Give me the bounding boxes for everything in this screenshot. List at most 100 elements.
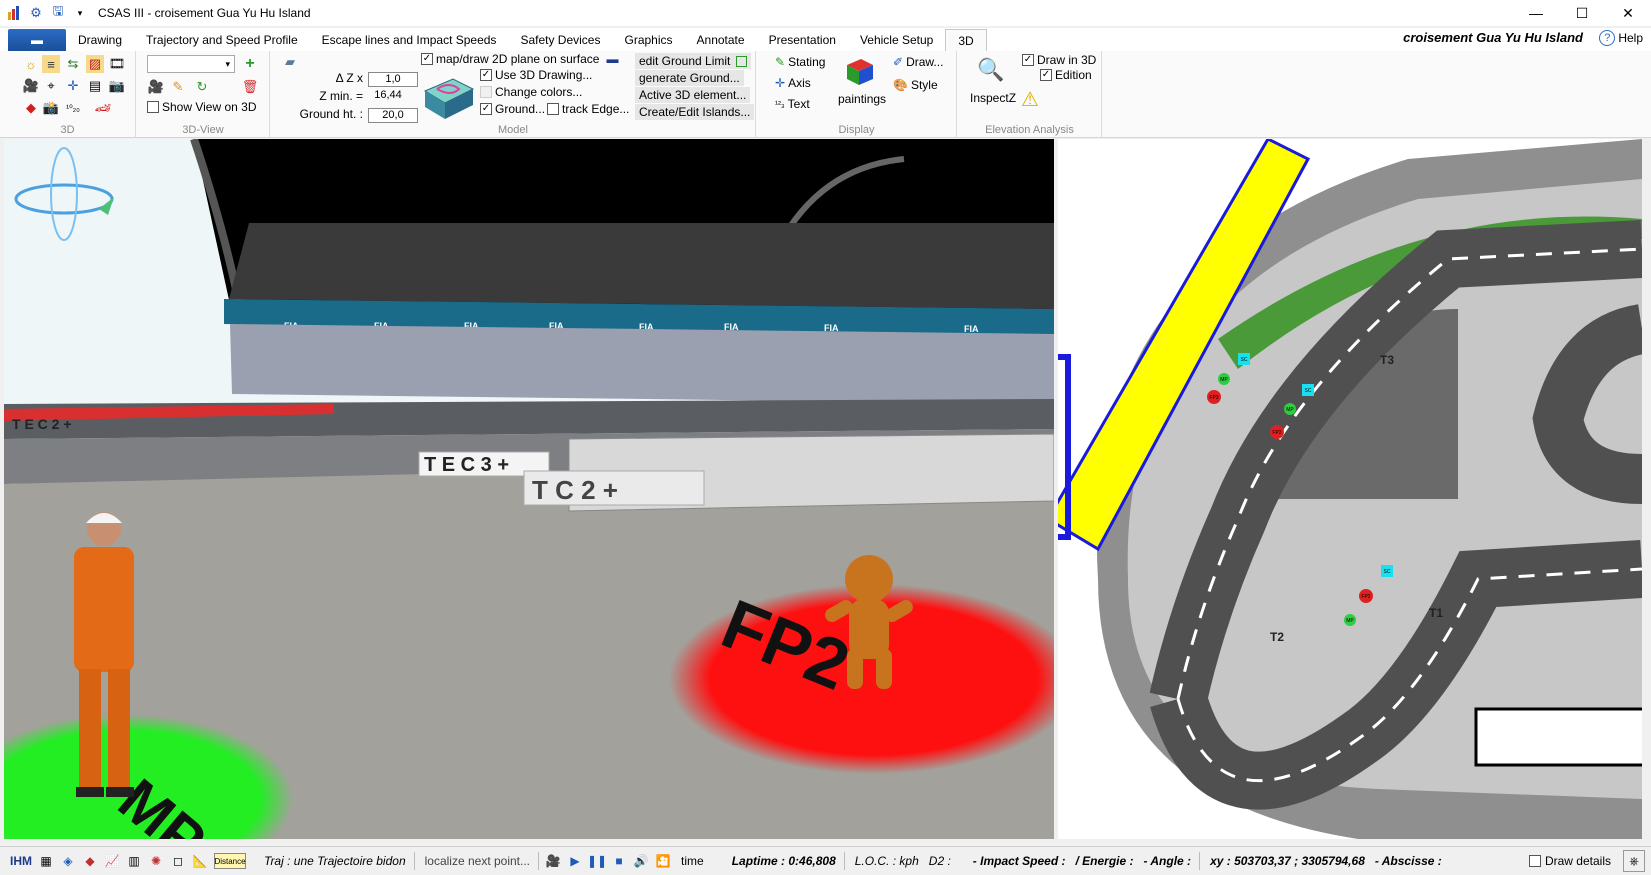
- file-menu-button[interactable]: ▬: [8, 29, 66, 51]
- camera-icon[interactable]: 📷: [108, 77, 126, 95]
- edit-ground-limit-button[interactable]: edit Ground Limit: [635, 53, 752, 69]
- pause-icon[interactable]: ❚❚: [587, 853, 607, 869]
- race-car-icon[interactable]: 🏎: [88, 99, 118, 117]
- paintings-icon[interactable]: [843, 55, 877, 89]
- use-3d-drawing-checkbox[interactable]: ✓ Use 3D Drawing...: [480, 68, 592, 82]
- crosshair-icon[interactable]: ⌖: [42, 77, 60, 95]
- measure-icon[interactable]: 📐: [192, 853, 208, 869]
- viewport-3d[interactable]: FIA FIA FIA FIA FIA FIA FIA FIA T E C 2 …: [4, 139, 1054, 839]
- warning-icon[interactable]: ⚠: [1018, 87, 1042, 111]
- terrain-icon[interactable]: [423, 77, 475, 121]
- draw-button[interactable]: ✐ Draw...: [893, 55, 943, 69]
- draw-in-3d-box[interactable]: ✓: [1022, 54, 1034, 66]
- refresh-icon[interactable]: ↻: [193, 78, 211, 96]
- axis-icon: ✛: [775, 76, 786, 90]
- active-3d-element-button[interactable]: Active 3D element...: [635, 87, 751, 103]
- ground-height-input[interactable]: 20,0: [368, 108, 418, 123]
- inspectz-icon[interactable]: 🔍: [974, 55, 1008, 85]
- chart-icon[interactable]: 📈: [104, 853, 120, 869]
- tab-presentation[interactable]: Presentation: [757, 29, 848, 51]
- show-view-box[interactable]: [147, 101, 159, 113]
- settings-icon[interactable]: ⚙: [28, 5, 44, 21]
- camera-view-icon[interactable]: 🎥: [147, 78, 165, 96]
- route-icon[interactable]: ⇆: [64, 55, 82, 73]
- edition-checkbox[interactable]: ✓ Edition: [1040, 68, 1092, 82]
- stripes-icon[interactable]: ▨: [86, 55, 104, 73]
- paintings-label[interactable]: paintings: [838, 92, 886, 106]
- view-select[interactable]: ▾: [147, 55, 235, 73]
- numbers-icon[interactable]: ¹⁰₂₀: [64, 99, 82, 117]
- add-view-icon[interactable]: +: [241, 55, 259, 73]
- stating-button[interactable]: ✎ Stating: [775, 55, 825, 69]
- sliders-icon[interactable]: ≡: [42, 55, 60, 73]
- minimize-button[interactable]: —: [1513, 0, 1559, 26]
- draw-details-box[interactable]: [1528, 855, 1541, 867]
- colored-cube-icon[interactable]: ◆: [82, 853, 98, 869]
- axis-button[interactable]: ✛ Axis: [775, 76, 811, 90]
- tab-drawing[interactable]: Drawing: [66, 29, 134, 51]
- style-button[interactable]: 🎨 Style: [893, 78, 938, 92]
- help-button[interactable]: ? Help: [1599, 30, 1643, 46]
- steering-wheel-icon[interactable]: ⎈: [1623, 850, 1645, 872]
- light-icon[interactable]: ☼: [22, 55, 40, 73]
- impact-speed-label: - Impact Speed :: [972, 854, 1066, 868]
- quick-access-dropdown-icon[interactable]: ▾: [72, 5, 88, 21]
- 3d-cube-icon[interactable]: ◈: [60, 853, 76, 869]
- maximize-button[interactable]: ☐: [1559, 0, 1605, 26]
- camera-rig-icon[interactable]: 🎥: [22, 77, 40, 95]
- bar-chart-icon[interactable]: ▥: [126, 853, 142, 869]
- cube-icon[interactable]: ◆: [22, 99, 40, 117]
- stop-icon[interactable]: ■: [611, 853, 627, 869]
- play-icon[interactable]: ▶: [567, 853, 583, 869]
- ground-box[interactable]: ✓: [480, 103, 492, 115]
- map-draw-checkbox[interactable]: ✓ map/draw 2D plane on surface ▬: [421, 52, 618, 66]
- fan-icon[interactable]: ✺: [148, 853, 164, 869]
- show-view-checkbox[interactable]: Show View on 3D: [147, 100, 257, 114]
- tab-vehicle-setup[interactable]: Vehicle Setup: [848, 29, 945, 51]
- draw-details-checkbox[interactable]: Draw details: [1528, 854, 1611, 868]
- group-3d-view-label: 3D-View: [182, 124, 224, 136]
- tab-3d[interactable]: 3D: [945, 29, 987, 51]
- frame-icon[interactable]: ◻: [170, 853, 186, 869]
- draw-in-3d-checkbox[interactable]: ✓ Draw in 3D: [1022, 53, 1096, 67]
- change-colors-box[interactable]: [480, 86, 492, 98]
- localize-next-point[interactable]: localize next point...: [425, 854, 530, 868]
- text-button[interactable]: ¹²₃ Text: [775, 97, 810, 111]
- generate-ground-button[interactable]: generate Ground...: [635, 70, 744, 86]
- tab-safety-devices[interactable]: Safety Devices: [508, 29, 612, 51]
- inspectz-label[interactable]: InspectZ: [970, 91, 1016, 105]
- use-3d-drawing-box[interactable]: ✓: [480, 69, 492, 81]
- axes-icon[interactable]: ✛: [64, 77, 82, 95]
- ground-checkbox[interactable]: ✓ Ground...: [480, 102, 545, 116]
- group-display: ✎ Stating ✛ Axis ¹²₃ Text paintings ✐ Dr…: [757, 51, 957, 138]
- sound-icon[interactable]: 🔊: [633, 853, 649, 869]
- close-button[interactable]: ✕: [1605, 0, 1651, 26]
- dz-input[interactable]: 1,0: [368, 72, 418, 87]
- stating-icon: ✎: [775, 55, 786, 69]
- save-icon[interactable]: 🖫: [50, 3, 66, 21]
- record-icon[interactable]: 🎥: [545, 853, 561, 869]
- window-icon[interactable]: ▤: [86, 77, 104, 95]
- pencil-icon[interactable]: ✎: [169, 78, 187, 96]
- layers-icon[interactable]: ▦: [38, 853, 54, 869]
- video-icon[interactable]: 🎦: [655, 853, 671, 869]
- map-draw-box[interactable]: ✓: [421, 53, 433, 65]
- change-colors-checkbox[interactable]: Change colors...: [480, 85, 582, 99]
- track-edge-checkbox[interactable]: track Edge...: [547, 102, 629, 116]
- ihm-button[interactable]: IHM: [10, 854, 32, 868]
- viewport-2d-map[interactable]: T3 T2 T1 SC MP FP3 SC MP FP2 SC FP2 MP: [1058, 139, 1642, 839]
- edition-label: Edition: [1055, 68, 1092, 82]
- create-islands-button[interactable]: Create/Edit Islands...: [635, 104, 755, 120]
- layer-icon[interactable]: ▰: [281, 53, 299, 71]
- edition-box[interactable]: ✓: [1040, 69, 1052, 81]
- tab-annotate[interactable]: Annotate: [685, 29, 757, 51]
- distance-badge[interactable]: Distance: [214, 853, 246, 869]
- draw-details-label: Draw details: [1544, 854, 1611, 868]
- delete-icon[interactable]: 🗑: [241, 78, 259, 96]
- tab-trajectory[interactable]: Trajectory and Speed Profile: [134, 29, 310, 51]
- tab-escape-lines[interactable]: Escape lines and Impact Speeds: [310, 29, 509, 51]
- track-edge-box[interactable]: [547, 103, 559, 115]
- tab-graphics[interactable]: Graphics: [612, 29, 684, 51]
- snapshot-icon[interactable]: 📸: [42, 99, 60, 117]
- film-icon[interactable]: 🎞: [108, 55, 126, 73]
